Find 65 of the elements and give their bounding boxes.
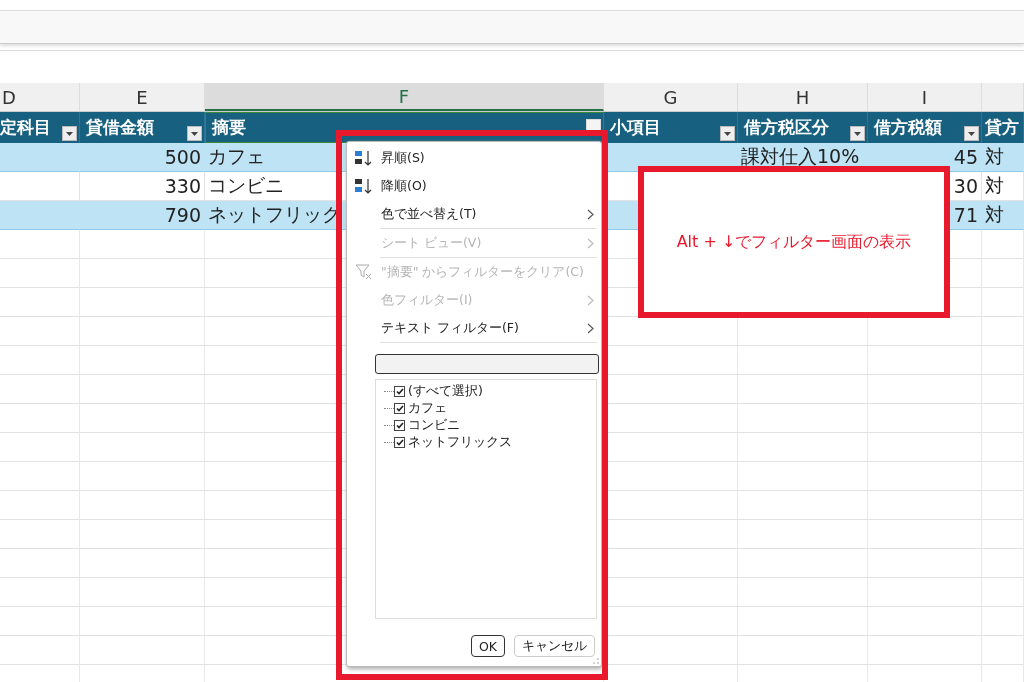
table-cell	[982, 346, 1024, 375]
header-label: 小項目	[610, 116, 661, 139]
table-cell	[982, 433, 1024, 462]
menu-item[interactable]: 降順(O)	[347, 172, 601, 200]
callout-text: Alt + ↓でフィルター画面の表示	[676, 231, 912, 253]
table-cell: 500	[80, 143, 205, 172]
filter-dropdown-button[interactable]	[187, 126, 202, 141]
menu-item[interactable]: 色で並べ替え(T)	[347, 200, 601, 228]
checkbox[interactable]	[394, 420, 405, 431]
table-cell	[982, 520, 1024, 549]
table-cell	[982, 549, 1024, 578]
table-cell	[982, 491, 1024, 520]
column-header[interactable]: D	[0, 83, 80, 111]
cancel-button[interactable]: キャンセル	[514, 635, 595, 657]
table-cell	[982, 578, 1024, 607]
header-label: 借方税区分	[744, 116, 829, 139]
checkbox[interactable]	[394, 403, 405, 414]
table-cell: 対	[982, 143, 1024, 172]
menu-item[interactable]: テキスト フィルター(F)	[347, 314, 601, 342]
header-label: 借方税額	[874, 116, 942, 139]
header-label: 定科目	[0, 116, 51, 139]
caret-icon	[66, 131, 73, 136]
value-label: (すべて選択)	[408, 383, 483, 400]
clear-filter-icon	[355, 263, 373, 281]
checkbox[interactable]	[394, 437, 405, 448]
table-cell	[982, 636, 1024, 665]
filter-dropdown-button[interactable]	[850, 126, 865, 141]
table-cell	[982, 288, 1024, 317]
filter-dropdown-button[interactable]	[964, 126, 979, 141]
column-header[interactable]: G	[604, 83, 738, 111]
caret-icon	[854, 131, 861, 136]
table-cell	[982, 462, 1024, 491]
ok-button[interactable]: OK	[470, 635, 505, 657]
table-cell	[982, 375, 1024, 404]
chevron-right-icon	[587, 322, 594, 334]
sort-ascending-icon	[354, 149, 374, 167]
filter-dropdown-button[interactable]	[62, 126, 77, 141]
caret-icon	[724, 131, 731, 136]
table-cell	[982, 607, 1024, 636]
header-label: 貸借金額	[86, 116, 154, 139]
caret-icon	[191, 131, 198, 136]
table-cell: 対	[982, 201, 1024, 230]
value-label: コンビニ	[408, 417, 460, 434]
table-cell	[982, 317, 1024, 346]
chevron-right-icon	[587, 208, 594, 220]
header-label: 貸方	[985, 116, 1019, 139]
caret-icon	[968, 131, 975, 136]
column-header[interactable]: I	[868, 83, 982, 111]
chevron-right-icon	[587, 294, 594, 306]
table-cell	[982, 230, 1024, 259]
column-header[interactable]: F	[205, 83, 604, 111]
checkbox[interactable]	[394, 386, 405, 397]
table-cell	[982, 404, 1024, 433]
chevron-right-icon	[587, 237, 594, 249]
search-field[interactable]	[375, 354, 599, 374]
sort-descending-icon	[354, 177, 374, 195]
column-header[interactable]: H	[738, 83, 868, 111]
header-label: 摘要	[212, 116, 246, 139]
filter-dropdown-button[interactable]	[720, 126, 735, 141]
value-label: ネットフリックス	[408, 434, 512, 451]
table-cell	[982, 259, 1024, 288]
table-cell: 790	[80, 201, 205, 230]
value-label: カフェ	[408, 400, 447, 417]
resize-grip-icon	[593, 658, 599, 664]
menu-item[interactable]: 昇順(S)	[347, 144, 601, 172]
